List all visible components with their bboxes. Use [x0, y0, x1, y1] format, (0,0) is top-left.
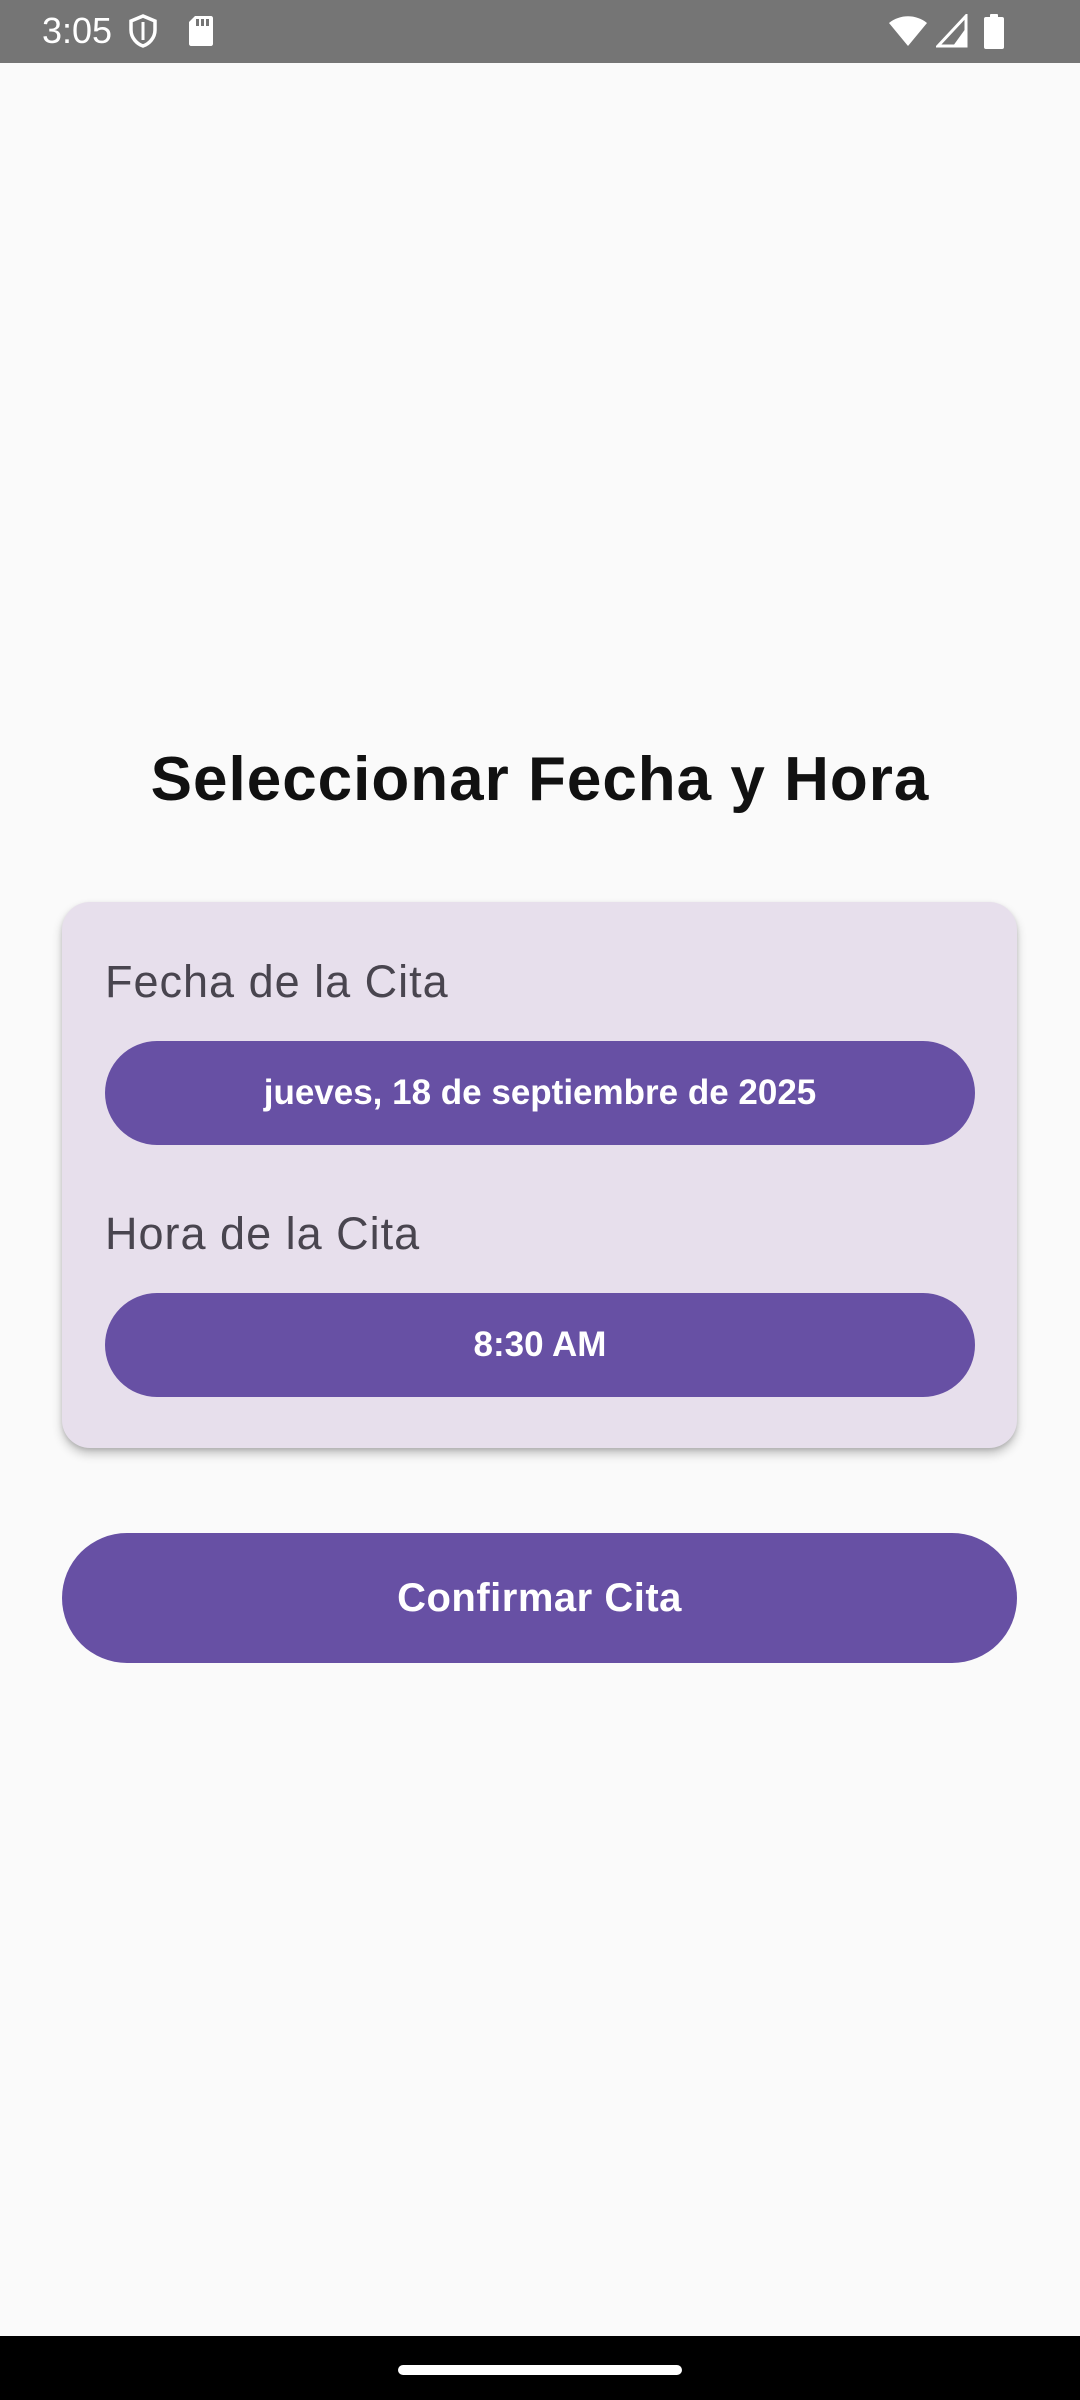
sd-card-icon: [187, 14, 215, 48]
status-bar: 3:05: [0, 0, 1080, 63]
date-label: Fecha de la Cita: [105, 956, 449, 1007]
time-label: Hora de la Cita: [105, 1208, 421, 1259]
wifi-icon: [888, 14, 928, 48]
appointment-card: Fecha de la Cita jueves, 18 de septiembr…: [62, 902, 1017, 1448]
battery-icon: [983, 14, 1005, 49]
navigation-bar: [0, 2336, 1080, 2400]
date-picker-button[interactable]: jueves, 18 de septiembre de 2025: [105, 1041, 975, 1145]
status-time: 3:05: [42, 10, 113, 51]
home-indicator[interactable]: [398, 2365, 682, 2375]
confirm-appointment-button[interactable]: Confirmar Cita: [62, 1533, 1017, 1663]
shield-icon: [128, 14, 158, 48]
time-picker-button[interactable]: 8:30 AM: [105, 1293, 975, 1397]
page-title: Seleccionar Fecha y Hora: [150, 745, 930, 814]
signal-icon: [936, 14, 968, 48]
